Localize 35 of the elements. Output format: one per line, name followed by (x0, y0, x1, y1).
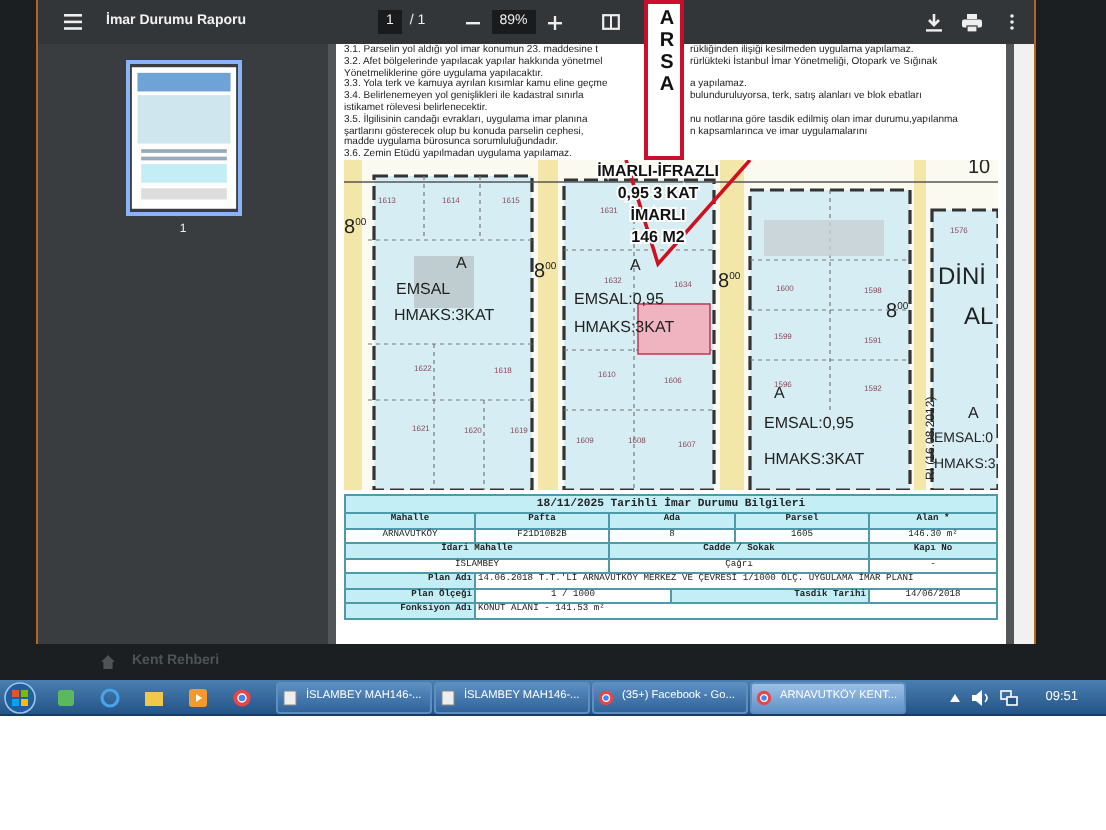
map-number: 8$^{00}$ (718, 271, 741, 293)
document-icon (440, 689, 456, 705)
zone-label: HMAKS:3KAT (394, 305, 495, 324)
zone-label: HMAKS:3KAT (764, 449, 865, 468)
browser-icon (756, 689, 772, 705)
speaker-icon[interactable] (971, 689, 990, 705)
zone-label: EMSAL:0,95 (574, 289, 664, 308)
zone-label: AL (964, 302, 994, 331)
zone-label: A (968, 403, 979, 422)
print-icon[interactable] (962, 13, 982, 31)
download-icon[interactable] (926, 13, 942, 31)
map-number: 8$^{00}$ (344, 217, 367, 239)
zone-label: EMSAL (396, 279, 451, 298)
map-number: 8$^{00}$ (534, 261, 557, 283)
show-hidden-icons-icon[interactable] (949, 693, 960, 701)
zone-label: EMSAL:0,95 (764, 413, 854, 432)
network-icon[interactable] (999, 689, 1018, 705)
label-stamp: ARSA (644, 0, 684, 160)
zone-label: A (630, 255, 641, 274)
browser-icon[interactable] (100, 687, 120, 707)
menu-icon[interactable] (64, 14, 82, 30)
scrollbar[interactable] (1014, 44, 1034, 644)
map-number: 8$^{00}$ (886, 301, 909, 323)
zone-label: A (456, 253, 467, 272)
start-button[interactable] (4, 681, 36, 713)
page-thumbnail[interactable] (125, 60, 241, 216)
app-icon[interactable] (56, 687, 76, 707)
play-icon[interactable] (188, 687, 208, 707)
document-icon (282, 689, 298, 705)
browser-icon[interactable] (232, 687, 252, 707)
folder-icon[interactable] (144, 687, 164, 707)
fit-page-icon[interactable] (601, 14, 620, 30)
zone-label: DİNİ (938, 262, 986, 291)
zoom-in-icon[interactable] (547, 15, 562, 29)
browser-icon (598, 689, 614, 705)
